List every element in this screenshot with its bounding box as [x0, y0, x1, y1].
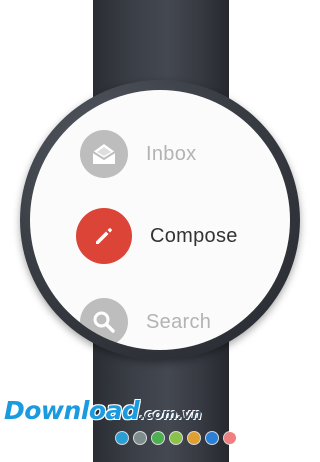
watermark-dot — [206, 432, 218, 444]
watermark-dot — [188, 432, 200, 444]
watch-bezel: Inbox Compose Search — [20, 80, 300, 360]
menu-item-label: Search — [146, 310, 212, 333]
watermark-dots — [116, 432, 236, 444]
watermark-dot — [152, 432, 164, 444]
watermark-dot — [224, 432, 236, 444]
watch-screen: Inbox Compose Search — [30, 90, 290, 350]
watermark-logo: Download.com.vn — [4, 396, 202, 425]
pencil-icon — [76, 208, 132, 264]
watermark-domain-text: .com.vn — [139, 407, 202, 423]
menu-item-label: Inbox — [146, 142, 197, 165]
menu-item-inbox[interactable]: Inbox — [80, 130, 196, 178]
watermark-main-text: Download — [4, 396, 140, 425]
watermark-dot — [116, 432, 128, 444]
menu-item-search[interactable]: Search — [80, 298, 211, 346]
inbox-icon — [80, 130, 128, 178]
watermark-dot — [170, 432, 182, 444]
menu-item-label: Compose — [150, 224, 238, 247]
search-icon — [80, 298, 128, 346]
watermark-dot — [134, 432, 146, 444]
menu-item-compose[interactable]: Compose — [76, 208, 238, 264]
